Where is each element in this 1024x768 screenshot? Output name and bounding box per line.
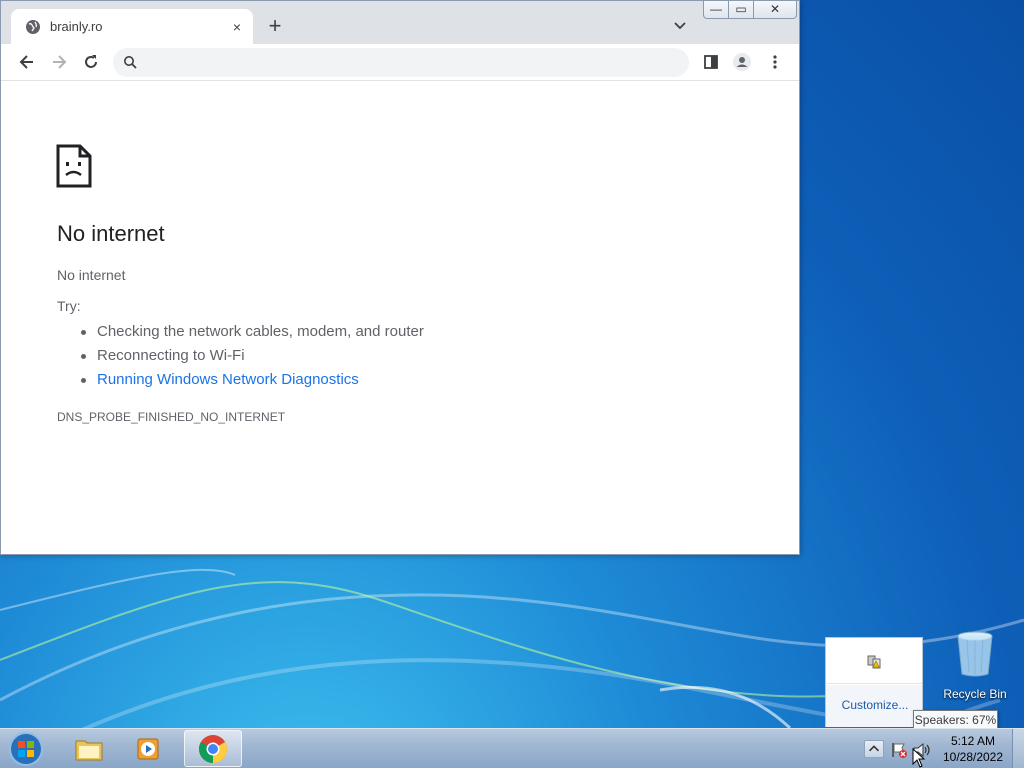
show-desktop-button[interactable] [1012,729,1024,768]
menu-button[interactable] [765,52,785,72]
tab-title: brainly.ro [50,19,103,34]
search-icon [124,56,137,69]
recycle-bin-icon [957,631,993,677]
error-title: No internet [57,221,165,246]
network-warning-icon[interactable] [866,654,882,670]
chrome-icon [199,734,227,763]
media-player-icon [137,738,159,759]
suggestion-cables: Checking the network cables, modem, and … [81,320,424,344]
maximize-label: ▭ [735,2,747,16]
suggestion-wifi: Reconnecting to Wi-Fi [81,344,424,368]
omnibox[interactable] [113,48,689,77]
taskbar-explorer[interactable] [60,730,118,767]
tab-close-icon[interactable]: × [229,19,245,35]
system-clock[interactable]: 5:12 AM 10/28/2022 [940,733,1006,765]
network-diagnostics-link[interactable]: Running Windows Network Diagnostics [81,368,424,392]
globe-icon [26,19,40,34]
chrome-window: brainly.ro × + — ▭ ✕ No internet No inte… [0,0,800,555]
tab-strip: brainly.ro × + — ▭ ✕ [1,1,799,44]
reload-icon [85,55,97,68]
start-button[interactable] [6,731,46,767]
error-subtitle: No internet [57,267,126,283]
customize-link[interactable]: Customize... [826,698,924,712]
clock-date: 10/28/2022 [942,750,1004,764]
error-code: DNS_PROBE_FINISHED_NO_INTERNET [57,410,286,424]
sad-page-icon [56,144,92,188]
kebab-menu-icon [773,55,777,69]
profile-button[interactable] [732,52,752,72]
taskbar: 5:12 AM 10/28/2022 [0,728,1024,768]
arrow-left-icon [19,55,33,69]
new-tab-button[interactable]: + [263,15,287,39]
tab-brainly[interactable]: brainly.ro × [11,9,253,44]
back-button[interactable] [17,52,37,72]
browser-toolbar [1,44,799,81]
maximize-button[interactable]: ▭ [728,1,754,19]
close-window-button[interactable]: ✕ [753,1,797,19]
try-label: Try: [57,298,81,314]
side-panel-button[interactable] [701,52,721,72]
address-input[interactable] [149,52,669,73]
taskbar-chrome[interactable] [184,730,242,767]
clock-time: 5:12 AM [950,734,996,748]
minimize-button[interactable]: — [703,1,729,19]
chevron-down-icon[interactable] [671,17,689,35]
show-hidden-icons-button[interactable] [864,740,884,758]
chevron-up-icon [868,745,880,752]
reload-button[interactable] [81,52,101,72]
arrow-right-icon [53,55,67,69]
taskbar-media-player[interactable] [120,730,178,767]
error-page: No internet No internet Try: Checking th… [1,82,799,554]
forward-button[interactable] [49,52,69,72]
suggestion-list: Checking the network cables, modem, and … [81,320,424,392]
recycle-bin[interactable]: Recycle Bin [942,630,1008,701]
avatar-icon [733,53,751,71]
volume-tooltip: Speakers: 67% [913,710,998,730]
folder-icon [75,740,103,760]
close-label: ✕ [769,2,781,16]
side-panel-icon [704,55,718,69]
mouse-cursor-icon [912,748,926,768]
action-center-flag-icon[interactable] [890,741,908,759]
notification-overflow-panel: Customize... [825,637,923,727]
minimize-label: — [710,2,722,16]
recycle-bin-label: Recycle Bin [943,687,1007,701]
